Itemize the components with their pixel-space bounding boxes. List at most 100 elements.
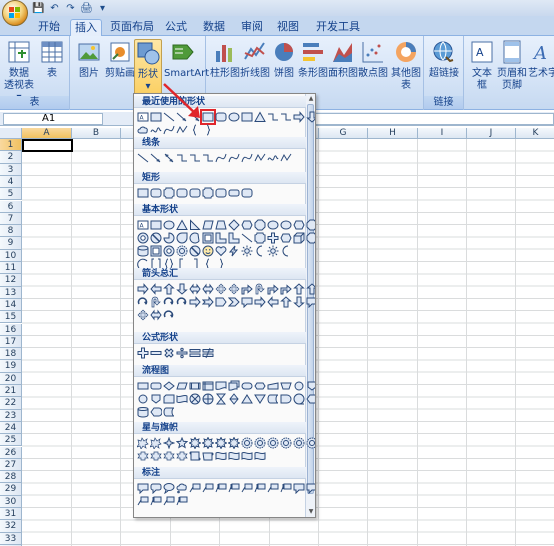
shape-altproc-icon[interactable]: [228, 187, 240, 199]
shape-scribble-icon[interactable]: [150, 124, 162, 136]
shape-manual-icon[interactable]: [267, 380, 279, 392]
row-header[interactable]: 12: [0, 274, 22, 287]
shape-lbrace-icon[interactable]: [189, 124, 201, 136]
shape-circarrow-icon[interactable]: [163, 309, 175, 321]
shape-seal-icon[interactable]: [306, 437, 315, 449]
shape-octagon-icon[interactable]: [306, 219, 315, 231]
shape-star8-icon[interactable]: [202, 437, 214, 449]
shape-wave-icon[interactable]: [241, 450, 253, 462]
shape-heart-icon[interactable]: [215, 245, 227, 257]
shape-pie-icon[interactable]: [163, 232, 175, 244]
shape-ellipse-icon[interactable]: [228, 111, 240, 123]
shape-arrowline-icon[interactable]: [176, 111, 188, 123]
shape-callout-icon[interactable]: [241, 296, 253, 308]
shape-line-icon[interactable]: [163, 111, 175, 123]
shape-rrcallout-icon[interactable]: [150, 482, 162, 494]
shape-cloud-icon[interactable]: [137, 124, 149, 136]
shape-seal-icon[interactable]: [267, 437, 279, 449]
shape-freeform-icon[interactable]: [254, 152, 266, 164]
shape-rect-icon[interactable]: [150, 111, 162, 123]
tab-data[interactable]: 数据: [198, 19, 230, 36]
wordart-button[interactable]: A 艺术字: [528, 39, 554, 80]
shape-curve-icon[interactable]: [228, 152, 240, 164]
shape-circarrow-icon[interactable]: [163, 296, 175, 308]
undo-icon[interactable]: ↶: [48, 2, 61, 15]
shape-lrarrow-icon[interactable]: [189, 283, 201, 295]
shape-tb-icon[interactable]: A: [137, 111, 149, 123]
row-header[interactable]: 14: [0, 298, 22, 312]
tab-insert[interactable]: 插入: [70, 19, 102, 36]
shape-lrarrow-icon[interactable]: [150, 309, 162, 321]
shape-orsym-icon[interactable]: [202, 393, 214, 405]
shape-sumj-icon[interactable]: [189, 393, 201, 405]
shape-scroll-icon[interactable]: [189, 450, 201, 462]
pivot-table-button[interactable]: 数据 透视表 ▾: [2, 39, 36, 104]
shape-elbow-icon[interactable]: [176, 152, 188, 164]
shape-elbow-icon[interactable]: [189, 152, 201, 164]
shape-plaque-icon[interactable]: [202, 187, 214, 199]
shape-seqstore-icon[interactable]: [293, 393, 305, 405]
shape-parallelogram-icon[interactable]: [202, 219, 214, 231]
area-chart-button[interactable]: 面积图: [328, 39, 358, 80]
shape-uarrow-icon[interactable]: [280, 296, 292, 308]
shape-barcallout-icon[interactable]: [280, 482, 292, 494]
shape-star8-icon[interactable]: [215, 437, 227, 449]
shape-ellipse-icon[interactable]: [163, 219, 175, 231]
shape-seal-icon[interactable]: [254, 437, 266, 449]
shape-data-icon[interactable]: [176, 380, 188, 392]
tab-view[interactable]: 视图: [272, 19, 304, 36]
row-header[interactable]: 18: [0, 348, 22, 361]
shape-rect-icon[interactable]: [241, 111, 253, 123]
shape-star8-icon[interactable]: [189, 437, 201, 449]
shape-octagon-icon[interactable]: [254, 219, 266, 231]
shape-ovalcallout-icon[interactable]: [163, 482, 175, 494]
shape-ribbon-icon[interactable]: [137, 450, 149, 462]
shape-predef-icon[interactable]: [189, 380, 201, 392]
shape-seal-icon[interactable]: [293, 437, 305, 449]
row-header[interactable]: 32: [0, 520, 22, 533]
row-header[interactable]: 13: [0, 286, 22, 299]
shape-bent-icon[interactable]: [280, 283, 292, 295]
row-header[interactable]: 22: [0, 397, 22, 410]
column-header[interactable]: K: [516, 128, 554, 139]
row-header[interactable]: 5: [0, 188, 22, 201]
shapes-gallery[interactable]: ▲ ▼ 最近使用的形状 A 线条 矩形 基本形状 A 箭头总汇 公式形状 流程图 星与旗帜 标注: [133, 93, 316, 518]
shape-rarrow-icon[interactable]: [254, 296, 266, 308]
pie-chart-button[interactable]: 饼图: [270, 39, 298, 80]
redo-icon[interactable]: ↷: [64, 2, 77, 15]
row-header[interactable]: 19: [0, 360, 22, 373]
shape-rcallout-icon[interactable]: [306, 482, 315, 494]
shape-lrarrow-icon[interactable]: [202, 283, 214, 295]
shape-star5-icon[interactable]: [176, 437, 188, 449]
shape-nosym-icon[interactable]: [150, 232, 162, 244]
shape-circarrow-icon[interactable]: [176, 296, 188, 308]
shape-tb-icon[interactable]: A: [137, 219, 149, 231]
shape-cloudcallout-icon[interactable]: [176, 482, 188, 494]
shape-chevron-icon[interactable]: [228, 296, 240, 308]
shape-octagon-icon[interactable]: [306, 232, 315, 244]
table-button[interactable]: 表: [38, 39, 66, 80]
shape-callout-icon[interactable]: [306, 296, 315, 308]
column-header[interactable]: A: [22, 128, 72, 139]
row-header[interactable]: 20: [0, 372, 22, 385]
shape-collate-icon[interactable]: [215, 393, 227, 405]
scroll-down-icon[interactable]: ▼: [307, 508, 315, 516]
clipart-button[interactable]: 剪贴画: [104, 39, 136, 80]
shape-ellipse-icon[interactable]: [280, 219, 292, 231]
shape-explosion-icon[interactable]: [150, 437, 162, 449]
shape-barcallout-icon[interactable]: [176, 495, 188, 507]
shape-wave-icon[interactable]: [215, 450, 227, 462]
row-header[interactable]: 29: [0, 483, 22, 496]
shape-uturn-icon[interactable]: [254, 283, 266, 295]
shape-tri-icon[interactable]: [176, 219, 188, 231]
shape-decision-icon[interactable]: [163, 380, 175, 392]
shape-barcallout-icon[interactable]: [150, 495, 162, 507]
shape-quad-icon[interactable]: [215, 283, 227, 295]
shape-linecallout-icon[interactable]: [163, 495, 175, 507]
shape-rbrace-icon[interactable]: [202, 124, 214, 136]
shape-uarrow-icon[interactable]: [163, 283, 175, 295]
shape-offpage-icon[interactable]: [306, 380, 315, 392]
shape-rrect-icon[interactable]: [189, 187, 201, 199]
shape-connector-icon[interactable]: [293, 380, 305, 392]
shape-star4-icon[interactable]: [163, 437, 175, 449]
